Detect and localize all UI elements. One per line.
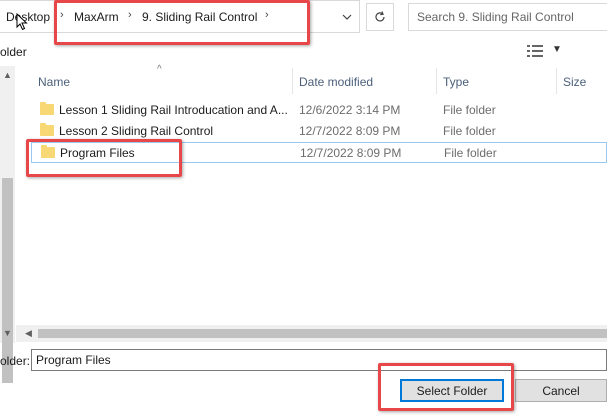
scroll-up-icon[interactable]: ▲ (3, 70, 12, 80)
folder-label: older: (0, 354, 31, 368)
mouse-cursor-icon (16, 12, 28, 31)
file-date: 12/7/2022 8:09 PM (300, 146, 402, 160)
folder-icon (40, 102, 54, 115)
column-header-date[interactable]: Date modified (299, 75, 373, 89)
refresh-icon[interactable] (366, 3, 394, 31)
column-divider[interactable] (292, 68, 293, 94)
breadcrumb-desktop[interactable]: Desktop (6, 10, 50, 24)
column-header-size[interactable]: Size (563, 75, 586, 89)
scroll-down-icon[interactable]: ▼ (3, 328, 12, 338)
file-date: 12/7/2022 8:09 PM (299, 124, 401, 138)
column-header-name[interactable]: Name (38, 75, 70, 89)
column-divider[interactable] (556, 68, 557, 94)
annotation-box-program-files (26, 139, 182, 177)
vertical-scrollbar[interactable]: ▲ (0, 66, 15, 383)
folder-name-input[interactable]: Program Files (31, 349, 607, 371)
file-type: File folder (443, 103, 496, 117)
folder-icon (40, 123, 54, 136)
horizontal-scrollbar[interactable]: ◀ (16, 325, 607, 342)
file-date: 12/6/2022 3:14 PM (299, 103, 401, 117)
file-name: Lesson 2 Sliding Rail Control (59, 124, 214, 138)
cancel-button[interactable]: Cancel (515, 379, 607, 402)
chevron-down-icon[interactable] (334, 0, 360, 33)
scrollbar-thumb[interactable] (2, 178, 13, 383)
file-type: File folder (443, 124, 496, 138)
file-type: File folder (444, 146, 497, 160)
sort-ascending-icon: ^ (157, 64, 162, 75)
column-divider[interactable] (436, 68, 437, 94)
file-name: Lesson 1 Sliding Rail Introducation and … (59, 103, 288, 117)
scroll-left-icon[interactable]: ◀ (25, 328, 32, 339)
scrollbar-thumb[interactable] (38, 329, 607, 338)
column-header-type[interactable]: Type (443, 75, 469, 89)
view-dropdown-icon[interactable]: ▼ (552, 44, 562, 55)
annotation-box-breadcrumb (54, 0, 310, 45)
list-item[interactable]: Lesson 1 Sliding Rail Introducation and … (31, 100, 607, 121)
view-details-icon[interactable] (527, 45, 545, 59)
search-input[interactable]: Search 9. Sliding Rail Control (408, 3, 607, 31)
annotation-box-select-folder (378, 363, 514, 411)
toolbar-label: older (0, 45, 27, 59)
